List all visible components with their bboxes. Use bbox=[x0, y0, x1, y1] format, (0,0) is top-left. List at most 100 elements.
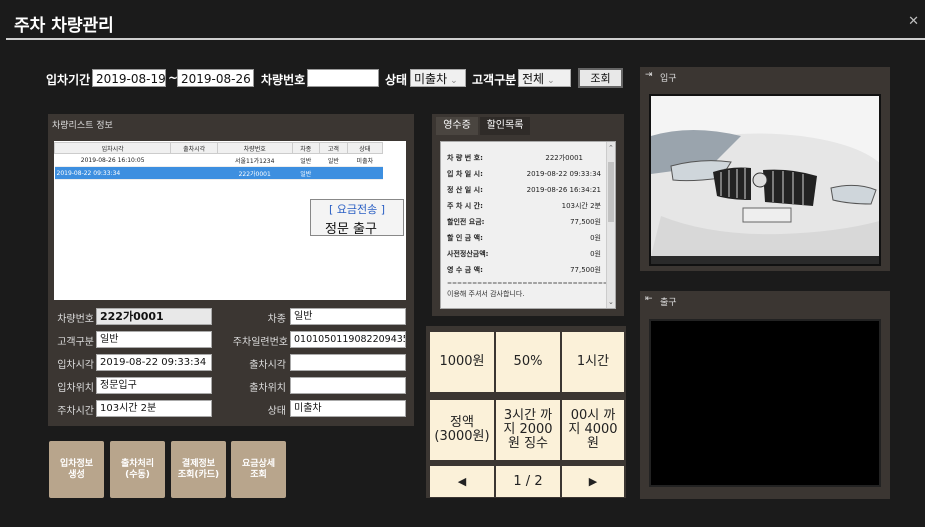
tab-discount-list[interactable]: 할인목록 bbox=[480, 117, 530, 135]
receipt-value: 103시간 2분 bbox=[561, 202, 601, 210]
exit-icon: ⇤ bbox=[645, 294, 653, 304]
detail-duration-field[interactable]: 103시간 2분 bbox=[96, 400, 212, 417]
receipt-panel: 영수증 할인목록 차 량 번 호: 222가0001 입 차 일 시: 2019-0… bbox=[432, 114, 624, 316]
table-cell: 서울11가1234 bbox=[217, 153, 293, 167]
receipt-value: 0원 bbox=[590, 234, 601, 242]
table-cell bbox=[347, 166, 383, 180]
column-header[interactable]: 입차시각 bbox=[53, 142, 172, 154]
receipt-key: 영 수 금 액: bbox=[447, 266, 483, 274]
table-cell: 2019-08-22 09:33:34 bbox=[54, 166, 171, 180]
date-to-picker[interactable]: 2019-08-26⌄ bbox=[177, 69, 254, 87]
close-icon[interactable]: ✕ bbox=[908, 14, 919, 29]
car-no-input[interactable] bbox=[307, 69, 379, 87]
table-header-row: 입차시각 출차시각 차량번호 차종 고객 상태 bbox=[53, 142, 384, 154]
status-select-value: 미출차 bbox=[414, 72, 448, 86]
table-cell bbox=[170, 153, 218, 167]
table-cell: 222가0001 bbox=[217, 166, 293, 180]
receipt-value: 77,500원 bbox=[570, 266, 601, 274]
date-to-value: 2019-08-26 bbox=[181, 72, 251, 86]
status-select[interactable]: 미출차 ⌄ bbox=[410, 69, 466, 87]
chevron-up-icon[interactable]: ⌃ bbox=[608, 144, 614, 152]
detail-in-loc-field[interactable]: 정문입구 bbox=[96, 377, 212, 394]
receipt-key: 입 차 일 시: bbox=[447, 170, 483, 178]
fee-detail-lookup-button[interactable]: 요금상세 조회 bbox=[231, 441, 286, 498]
column-header[interactable]: 차량번호 bbox=[216, 142, 293, 154]
detail-out-loc-field[interactable] bbox=[290, 377, 406, 394]
table-row-selected[interactable]: 2019-08-22 09:33:34 222가0001 일반 bbox=[54, 166, 383, 180]
column-header[interactable]: 차종 bbox=[291, 142, 321, 154]
table-cell: 일반 bbox=[292, 166, 320, 180]
column-header[interactable]: 고객 bbox=[319, 142, 348, 154]
search-button[interactable]: 조회 bbox=[578, 68, 623, 88]
exit-camera-panel: ⇤ 출구 bbox=[640, 291, 890, 499]
detail-customer-field[interactable]: 일반 bbox=[96, 331, 212, 348]
detail-car-no-field[interactable]: 222가0001 bbox=[96, 308, 212, 325]
car-photo bbox=[651, 96, 879, 264]
detail-out-loc-label: 출차위치 bbox=[249, 383, 286, 394]
receipt-row: 정 산 일 시: 2019-08-26 16:34:21 bbox=[441, 182, 607, 198]
customer-label: 고객구분 bbox=[472, 73, 517, 87]
column-header[interactable]: 상태 bbox=[346, 142, 384, 154]
discount-1hour-button[interactable]: 1시간 bbox=[562, 332, 624, 392]
table-cell: 일반 bbox=[319, 153, 348, 167]
discount-1000-button[interactable]: 1000원 bbox=[430, 332, 494, 392]
period-label: 입차기간 bbox=[46, 73, 91, 87]
receipt-thanks: 이용해 주셔서 감사합니다. bbox=[447, 290, 525, 298]
column-header[interactable]: 출차시각 bbox=[170, 142, 218, 154]
receipt-row: 영 수 금 액: 77,500원 bbox=[441, 262, 607, 278]
detail-serial-field[interactable]: 0101050119082209435​0 bbox=[290, 331, 406, 348]
detail-in-loc-label: 입차위치 bbox=[57, 383, 94, 394]
discount-midnight-4000-button[interactable]: 00시 까 지 4000 원 bbox=[562, 400, 624, 460]
discount-flat-3000-button[interactable]: 정액 (3000원) bbox=[430, 400, 494, 460]
table-cell bbox=[319, 166, 348, 180]
exit-label: 출구 bbox=[660, 298, 677, 308]
detail-out-time-field[interactable] bbox=[290, 354, 406, 371]
receipt-value: 2019-08-26 16:34:21 bbox=[526, 186, 601, 194]
chevron-down-icon[interactable]: ⌄ bbox=[608, 298, 614, 306]
detail-in-time-field[interactable]: 2019-08-22 09:33:34 bbox=[96, 354, 212, 371]
receipt-row: 할인전 요금: 77,500원 bbox=[441, 214, 607, 230]
receipt-content: 차 량 번 호: 222가0001 입 차 일 시: 2019-08-22 09:3… bbox=[440, 141, 616, 309]
manual-exit-button[interactable]: 출차처리 (수동) bbox=[110, 441, 165, 498]
create-entry-button[interactable]: 입차정보 생성 bbox=[49, 441, 104, 498]
receipt-value: 77,500원 bbox=[570, 218, 601, 226]
customer-select[interactable]: 전체 ⌄ bbox=[518, 69, 571, 87]
context-menu-item-main-exit[interactable]: 정문 출구 bbox=[325, 218, 377, 237]
receipt-key: 정 산 일 시: bbox=[447, 186, 483, 194]
entrance-camera-panel: ⇥ 입구 bbox=[640, 67, 890, 271]
car-list-title: 차량리스트 정보 bbox=[52, 121, 113, 131]
page-indicator: 1 / 2 bbox=[496, 466, 560, 497]
scrollbar-thumb[interactable] bbox=[608, 162, 614, 222]
table-cell: 2019-08-26 16:10:05 bbox=[54, 153, 171, 167]
status-label: 상태 bbox=[385, 73, 408, 87]
receipt-row: 주 차 시 간: 103시간 2분 bbox=[441, 198, 607, 214]
car-list-table: 입차시각 출차시각 차량번호 차종 고객 상태 2019-08-26 16:10… bbox=[53, 142, 384, 180]
discount-3hour-2000-button[interactable]: 3시간 까 지 2000 원 징수 bbox=[496, 400, 560, 460]
date-from-picker[interactable]: 2019-08-19⌄ bbox=[92, 69, 166, 87]
detail-status-field[interactable]: 미출차 bbox=[290, 400, 406, 417]
date-from-value: 2019-08-19 bbox=[96, 72, 166, 86]
detail-serial-label: 주차일련번호 bbox=[232, 337, 288, 348]
car-list-table-area: 입차시각 출차시각 차량번호 차종 고객 상태 2019-08-26 16:10… bbox=[53, 141, 406, 300]
receipt-scrollbar[interactable]: ⌃ ⌄ bbox=[606, 142, 615, 308]
discount-panel: 1000원 50% 1시간 정액 (3000원) 3시간 까 지 2000 원 … bbox=[426, 326, 626, 498]
window-title: 주차 차량관리 bbox=[14, 16, 114, 36]
detail-duration-label: 주차시간 bbox=[57, 406, 94, 417]
next-page-button[interactable]: ▶ bbox=[562, 466, 624, 497]
title-bar: 주차 차량관리 ✕ bbox=[6, 6, 925, 40]
customer-select-value: 전체 bbox=[522, 72, 545, 86]
tab-receipt[interactable]: 영수증 bbox=[436, 117, 478, 135]
detail-car-type-field[interactable]: 일반 bbox=[290, 308, 406, 325]
prev-page-button[interactable]: ◀ bbox=[430, 466, 494, 497]
receipt-key: 할 인 금 액: bbox=[447, 234, 483, 242]
receipt-row: 차 량 번 호: 222가0001 bbox=[441, 150, 607, 166]
table-row[interactable]: 2019-08-26 16:10:05 서울11가1234 일반 일반 미출차 bbox=[54, 153, 383, 167]
detail-car-type-label: 차종 bbox=[267, 314, 286, 325]
receipt-value: 0원 bbox=[590, 250, 601, 258]
card-payment-lookup-button[interactable]: 결제정보 조회(카드) bbox=[171, 441, 226, 498]
table-cell: 일반 bbox=[292, 153, 320, 167]
context-menu-item-send-fee[interactable]: [ 요금전송 ] bbox=[329, 201, 385, 217]
detail-car-no-label: 차량번호 bbox=[57, 314, 94, 325]
entrance-camera-image bbox=[649, 94, 881, 266]
discount-50pct-button[interactable]: 50% bbox=[496, 332, 560, 392]
